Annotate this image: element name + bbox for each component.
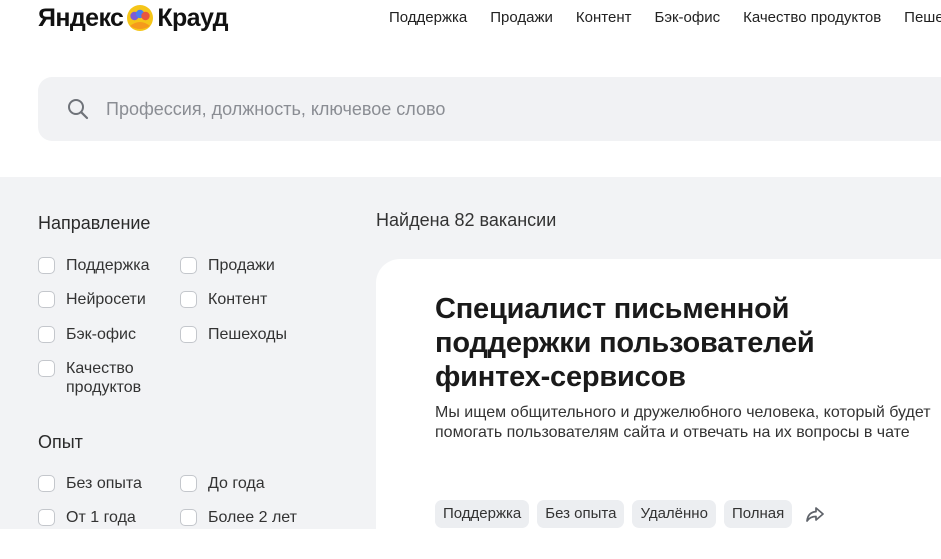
vacancy-card[interactable]: Специалист письменной поддержки пользова…	[376, 259, 941, 559]
checkbox[interactable]	[38, 326, 55, 343]
tag-no-experience: Без опыта	[537, 500, 625, 528]
filter-title-direction: Направление	[38, 213, 151, 233]
top-nav: Поддержка Продажи Контент Бэк-офис Качес…	[389, 9, 941, 26]
checkbox[interactable]	[180, 291, 197, 308]
direction-option-pedestrians[interactable]: Пешеходы	[180, 325, 308, 344]
search-bar	[38, 77, 941, 141]
direction-option-neural[interactable]: Нейросети	[38, 290, 166, 309]
search-icon[interactable]	[67, 98, 89, 120]
checkbox[interactable]	[38, 475, 55, 492]
option-label: Контент	[208, 291, 268, 308]
search-input[interactable]	[106, 77, 926, 141]
logo-crowd-icon	[127, 5, 154, 31]
logo-text-left: Яндекс	[38, 3, 124, 32]
filters-sidebar: Направление Поддержка Продажи Нейросети …	[38, 212, 338, 526]
option-label: Бэк-офис	[66, 326, 136, 343]
option-label: Качество продуктов	[66, 360, 142, 396]
nav-item-pedestrians[interactable]: Пешеходы	[904, 9, 941, 26]
logo[interactable]: Яндекс Крауд	[38, 3, 229, 32]
tag-remote: Удалённо	[632, 500, 716, 528]
vacancy-description: Мы ищем общительного и дружелюбного чело…	[435, 404, 931, 441]
option-label: До года	[208, 475, 265, 492]
logo-text-right: Крауд	[157, 3, 228, 32]
direction-option-product-quality[interactable]: Качество продуктов	[38, 359, 166, 397]
nav-item-back-office[interactable]: Бэк-офис	[654, 9, 720, 26]
checkbox[interactable]	[180, 475, 197, 492]
filter-title-experience: Опыт	[38, 432, 83, 452]
checkbox[interactable]	[38, 291, 55, 308]
direction-option-support[interactable]: Поддержка	[38, 256, 166, 275]
nav-item-sales[interactable]: Продажи	[490, 9, 553, 26]
option-label: Пешеходы	[208, 326, 287, 343]
nav-item-content[interactable]: Контент	[576, 9, 632, 26]
checkbox[interactable]	[180, 257, 197, 274]
vacancy-tags: Поддержка Без опыта Удалённо Полная	[435, 500, 826, 528]
option-label: Поддержка	[66, 257, 150, 274]
experience-option-under-year[interactable]: До года	[180, 474, 308, 493]
experience-option-over-2-years[interactable]: Более 2 лет	[180, 508, 308, 527]
header: Яндекс Крауд Поддержка Продажи Контент Б…	[0, 0, 941, 40]
direction-option-back-office[interactable]: Бэк-офис	[38, 325, 166, 344]
content-area: Направление Поддержка Продажи Нейросети …	[0, 177, 941, 559]
results-count: Найдена 82 вакансии	[376, 210, 557, 230]
checkbox[interactable]	[38, 509, 55, 526]
experience-option-from-1-year[interactable]: От 1 года	[38, 508, 166, 527]
direction-option-sales[interactable]: Продажи	[180, 256, 308, 275]
share-icon[interactable]	[804, 503, 826, 525]
nav-item-product-quality[interactable]: Качество продуктов	[743, 9, 881, 26]
checkbox[interactable]	[180, 326, 197, 343]
checkbox[interactable]	[38, 360, 55, 377]
nav-item-support[interactable]: Поддержка	[389, 9, 467, 26]
option-label: Продажи	[208, 257, 275, 274]
checkbox[interactable]	[180, 509, 197, 526]
checkbox[interactable]	[38, 257, 55, 274]
option-label: Нейросети	[66, 291, 146, 308]
experience-option-no-experience[interactable]: Без опыта	[38, 474, 166, 493]
option-label: От 1 года	[66, 509, 136, 526]
vacancy-title[interactable]: Специалист письменной поддержки пользова…	[435, 292, 875, 394]
direction-option-content[interactable]: Контент	[180, 290, 308, 309]
option-label: Более 2 лет	[208, 509, 297, 526]
tag-full-time: Полная	[723, 500, 793, 528]
tag-support: Поддержка	[435, 500, 530, 528]
option-label: Без опыта	[66, 475, 142, 492]
